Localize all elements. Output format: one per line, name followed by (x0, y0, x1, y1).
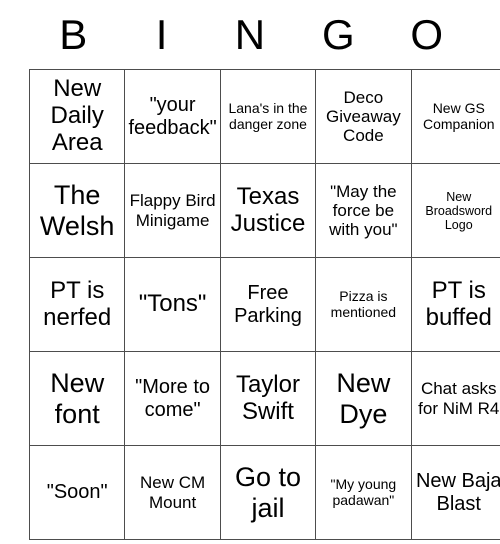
bingo-header-letter-o: O (410, 10, 444, 58)
bingo-cell-o1[interactable]: New GS Companion (410, 69, 500, 164)
bingo-cell-label: New GS Companion (422, 99, 495, 132)
bingo-cell-n3[interactable]: Free Parking (219, 257, 317, 352)
bingo-cell-n4[interactable]: Taylor Swift (219, 351, 317, 446)
bingo-cell-g5[interactable]: "My young padawan" (315, 445, 412, 540)
bingo-cell-label: "May the force be with you" (329, 181, 398, 240)
bingo-row: New Daily Area "your feedback" Lana's in… (28, 69, 500, 164)
bingo-cell-label: "Soon" (46, 481, 108, 504)
bingo-header-letter-n: N (234, 10, 266, 58)
bingo-cell-label: Free Parking (234, 282, 302, 327)
bingo-cell-label: PT is buffed (425, 276, 492, 331)
bingo-cell-o3[interactable]: PT is buffed (410, 257, 500, 352)
bingo-cell-b5[interactable]: "Soon" (28, 445, 126, 540)
bingo-cell-label: New Daily Area (50, 75, 104, 156)
bingo-row: New font "More to come" Taylor Swift New… (28, 351, 500, 446)
bingo-cell-label: "Tons" (138, 290, 207, 318)
bingo-cell-b3[interactable]: PT is nerfed (28, 257, 126, 352)
bingo-card: B I N G O New Daily Area "your feedback"… (28, 0, 500, 540)
bingo-cell-label: Texas Justice (230, 182, 306, 237)
bingo-cell-i1[interactable]: "your feedback" (124, 69, 221, 164)
bingo-cell-g4[interactable]: New Dye (315, 351, 412, 446)
bingo-cell-i4[interactable]: "More to come" (124, 351, 221, 446)
bingo-cell-i2[interactable]: Flappy Bird Minigame (124, 163, 221, 258)
bingo-cell-n5[interactable]: Go to jail (219, 445, 317, 540)
bingo-cell-g1[interactable]: Deco Giveaway Code (315, 69, 412, 164)
bingo-cell-label: Pizza is mentioned (330, 287, 397, 320)
bingo-cell-label: New Broadsword Logo (425, 189, 493, 232)
bingo-cell-n2[interactable]: Texas Justice (219, 163, 317, 258)
bingo-header-row: B I N G O (29, 0, 471, 69)
bingo-cell-label: Go to jail (234, 462, 301, 523)
bingo-cell-label: "My young padawan" (330, 475, 397, 508)
bingo-cell-label: Chat asks for NiM R4 (418, 379, 500, 418)
bingo-cell-label: The Welsh (39, 180, 115, 241)
bingo-cell-label: "your feedback" (128, 94, 217, 139)
bingo-row: PT is nerfed "Tons" Free Parking Pizza i… (28, 257, 500, 352)
bingo-row: "Soon" New CM Mount Go to jail "My young… (28, 445, 500, 540)
bingo-cell-o5[interactable]: New Baja Blast (410, 445, 500, 540)
bingo-header-letter-b: B (59, 10, 88, 58)
bingo-header-letter-g: G (322, 10, 355, 58)
bingo-cell-b1[interactable]: New Daily Area (28, 69, 126, 164)
bingo-cell-i5[interactable]: New CM Mount (124, 445, 221, 540)
bingo-cell-g3[interactable]: Pizza is mentioned (315, 257, 412, 352)
bingo-grid: New Daily Area "your feedback" Lana's in… (28, 69, 500, 540)
bingo-cell-o2[interactable]: New Broadsword Logo (410, 163, 500, 258)
bingo-cell-label: Deco Giveaway Code (326, 87, 401, 146)
bingo-cell-label: Lana's in the danger zone (228, 99, 308, 132)
bingo-cell-label: New Dye (336, 368, 391, 429)
bingo-cell-b2[interactable]: The Welsh (28, 163, 126, 258)
bingo-cell-label: "More to come" (135, 376, 211, 421)
bingo-cell-b4[interactable]: New font (28, 351, 126, 446)
bingo-cell-label: New Baja Blast (415, 470, 500, 515)
bingo-cell-label: Taylor Swift (235, 370, 300, 425)
bingo-cell-o4[interactable]: Chat asks for NiM R4 (410, 351, 500, 446)
bingo-cell-i3[interactable]: "Tons" (124, 257, 221, 352)
bingo-cell-label: PT is nerfed (43, 276, 112, 331)
bingo-cell-label: New CM Mount (140, 473, 206, 512)
bingo-cell-n1[interactable]: Lana's in the danger zone (219, 69, 317, 164)
bingo-header-letter-i: I (155, 10, 168, 58)
bingo-cell-label: New font (50, 368, 105, 429)
bingo-row: The Welsh Flappy Bird Minigame Texas Jus… (28, 163, 500, 258)
bingo-cell-label: Flappy Bird Minigame (129, 191, 216, 230)
bingo-cell-g2[interactable]: "May the force be with you" (315, 163, 412, 258)
